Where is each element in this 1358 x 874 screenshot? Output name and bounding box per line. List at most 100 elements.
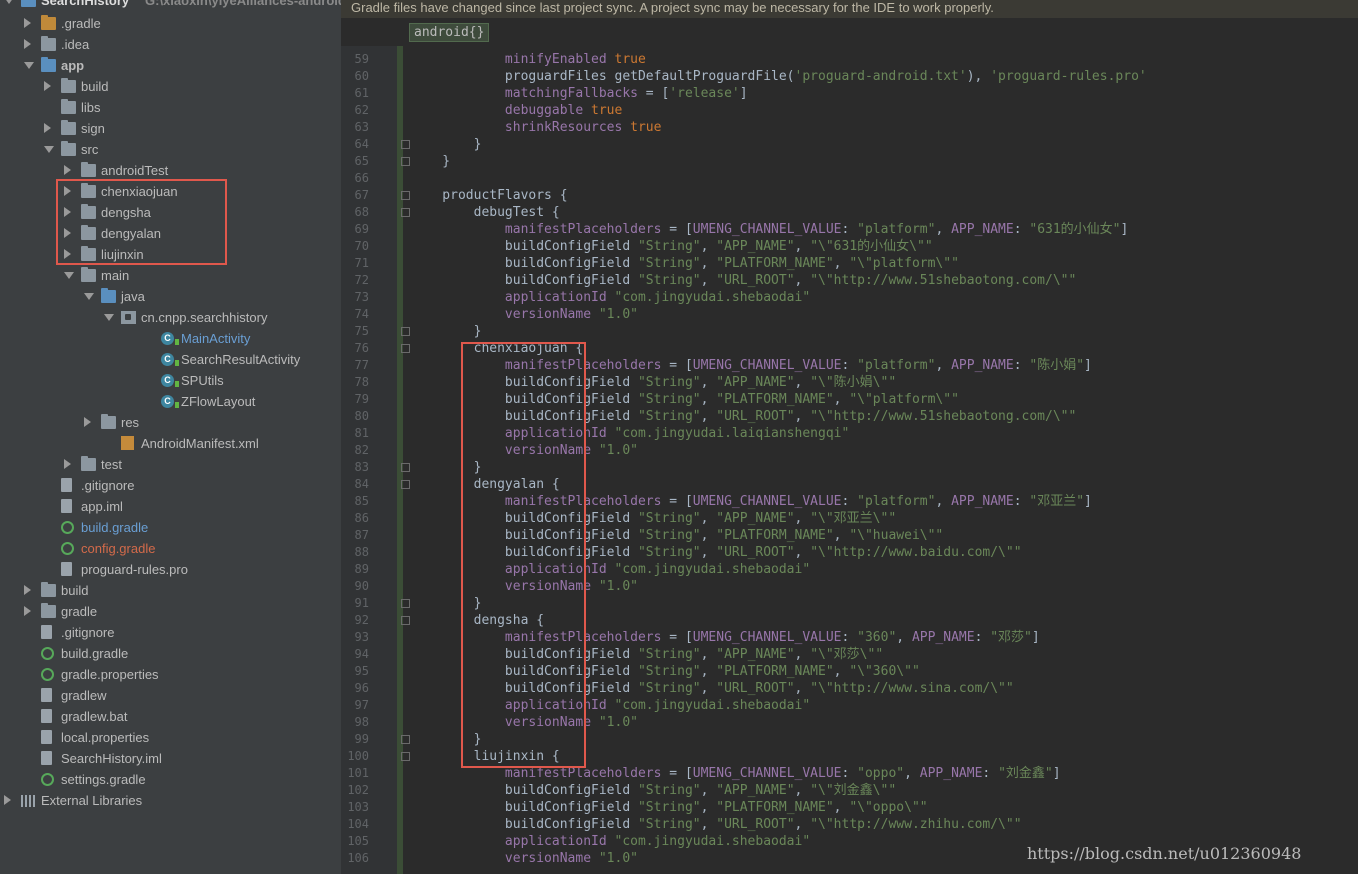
- fold-marker-icon[interactable]: [401, 735, 410, 744]
- code-line[interactable]: versionName "1.0": [411, 850, 638, 867]
- tree-item-test[interactable]: test: [0, 454, 341, 475]
- chevron-down-icon[interactable]: [44, 146, 54, 153]
- chevron-down-icon[interactable]: [84, 293, 94, 300]
- code-line[interactable]: shrinkResources true: [411, 119, 662, 136]
- code-line[interactable]: debugTest {: [411, 204, 560, 221]
- tree-item-gradlew[interactable]: gradlew: [0, 685, 341, 706]
- fold-marker-icon[interactable]: [401, 344, 410, 353]
- code-line[interactable]: proguardFiles getDefaultProguardFile('pr…: [411, 68, 1147, 85]
- chevron-right-icon[interactable]: [44, 123, 51, 133]
- chevron-right-icon[interactable]: [44, 81, 51, 91]
- chevron-right-icon[interactable]: [24, 585, 31, 595]
- code-line[interactable]: }: [411, 323, 482, 340]
- code-line[interactable]: }: [411, 153, 450, 170]
- breadcrumb-android[interactable]: android{}: [409, 23, 490, 42]
- code-token: "\"platform\"": [849, 392, 959, 407]
- tree-item-androidtest[interactable]: androidTest: [0, 160, 341, 181]
- code-line[interactable]: applicationId "com.jingyudai.shebaodai": [411, 833, 810, 850]
- tree-item-searchhistory-iml[interactable]: SearchHistory.iml: [0, 748, 341, 769]
- tree-item-sputils[interactable]: C SPUtils: [0, 370, 341, 391]
- tree-item-searchresultactivity[interactable]: C SearchResultActivity: [0, 349, 341, 370]
- code-line[interactable]: minifyEnabled true: [411, 51, 646, 68]
- tree-item-src[interactable]: src: [0, 139, 341, 160]
- tree-item-gitignore[interactable]: .gitignore: [0, 475, 341, 496]
- code-line[interactable]: buildConfigField "String", "PLATFORM_NAM…: [411, 799, 928, 816]
- code-token: "1.0": [598, 443, 638, 458]
- chevron-right-icon[interactable]: [4, 795, 11, 805]
- code-line[interactable]: versionName "1.0": [411, 306, 638, 323]
- tree-item-settings-gradle[interactable]: settings.gradle: [0, 769, 341, 790]
- code-token: 'proguard-rules.pro': [990, 69, 1147, 84]
- code-line[interactable]: buildConfigField "String", "URL_ROOT", "…: [411, 272, 1076, 289]
- code-line[interactable]: buildConfigField "String", "APP_NAME", "…: [411, 782, 896, 799]
- tree-item-app-iml[interactable]: app.iml: [0, 496, 341, 517]
- tree-item-mainactivity[interactable]: C MainActivity: [0, 328, 341, 349]
- code-line[interactable]: buildConfigField "String", "PLATFORM_NAM…: [411, 255, 959, 272]
- code-token: ,: [700, 239, 717, 254]
- code-token: ,: [794, 409, 811, 424]
- tree-item-config-gradle[interactable]: config.gradle: [0, 538, 341, 559]
- tree-item-main[interactable]: main: [0, 265, 341, 286]
- tree-item-build[interactable]: build: [0, 580, 341, 601]
- fold-marker-icon[interactable]: [401, 616, 410, 625]
- fold-marker-icon[interactable]: [401, 191, 410, 200]
- tree-item-zflowlayout[interactable]: C ZFlowLayout: [0, 391, 341, 412]
- tree-item-java[interactable]: java: [0, 286, 341, 307]
- code-line[interactable]: buildConfigField "String", "APP_NAME", "…: [411, 238, 933, 255]
- chevron-right-icon[interactable]: [64, 165, 71, 175]
- tree-item-gradle[interactable]: gradle: [0, 601, 341, 622]
- chevron-down-icon[interactable]: [104, 314, 114, 321]
- fold-marker-icon[interactable]: [401, 140, 410, 149]
- chevron-down-icon[interactable]: [64, 272, 74, 279]
- tree-item-gradle[interactable]: .gradle: [0, 13, 341, 34]
- code-line[interactable]: matchingFallbacks = ['release']: [411, 85, 748, 102]
- tree-item-build[interactable]: build: [0, 76, 341, 97]
- tree-item-idea[interactable]: .idea: [0, 34, 341, 55]
- tree-item-build-gradle[interactable]: build.gradle: [0, 643, 341, 664]
- tree-item-external-libraries[interactable]: External Libraries: [0, 790, 341, 811]
- code-line[interactable]: }: [411, 136, 482, 153]
- file-icon: [41, 709, 52, 723]
- tree-item-androidmanifest-xml[interactable]: AndroidManifest.xml: [0, 433, 341, 454]
- chevron-down-icon[interactable]: [24, 62, 34, 69]
- class-icon: C: [161, 374, 179, 387]
- tree-item-searchhistory[interactable]: SearchHistory G:\xiaoxin\yiyeAlliances-an…: [0, 0, 341, 11]
- fold-marker-icon[interactable]: [401, 480, 410, 489]
- chevron-right-icon[interactable]: [84, 417, 91, 427]
- tree-item-build-gradle[interactable]: build.gradle: [0, 517, 341, 538]
- chevron-right-icon[interactable]: [24, 606, 31, 616]
- code-token: ,: [794, 817, 811, 832]
- folder-icon: [41, 582, 56, 597]
- chevron-right-icon[interactable]: [24, 39, 31, 49]
- tree-item-res[interactable]: res: [0, 412, 341, 433]
- fold-marker-icon[interactable]: [401, 752, 410, 761]
- code-line[interactable]: debuggable true: [411, 102, 622, 119]
- code-line[interactable]: applicationId "com.jingyudai.shebaodai": [411, 289, 810, 306]
- code-token: "PLATFORM_NAME": [716, 256, 834, 271]
- tree-item-app[interactable]: app: [0, 55, 341, 76]
- code-line[interactable]: buildConfigField "String", "URL_ROOT", "…: [411, 816, 1022, 833]
- code-token: = [: [637, 86, 670, 101]
- tree-item-gradle-properties[interactable]: gradle.properties: [0, 664, 341, 685]
- fold-marker-icon[interactable]: [401, 463, 410, 472]
- code-line[interactable]: productFlavors {: [411, 187, 567, 204]
- fold-marker-icon[interactable]: [401, 327, 410, 336]
- fold-marker-icon[interactable]: [401, 157, 410, 166]
- tree-item-proguard-rules-pro[interactable]: proguard-rules.pro: [0, 559, 341, 580]
- chevron-right-icon[interactable]: [64, 459, 71, 469]
- fold-marker-icon[interactable]: [401, 599, 410, 608]
- code-line[interactable]: manifestPlaceholders = [UMENG_CHANNEL_VA…: [411, 221, 1128, 238]
- chevron-down-icon[interactable]: [4, 0, 14, 4]
- code-token: APP_NAME: [919, 766, 983, 781]
- watermark: https://blog.csdn.net/u012360948: [1027, 844, 1302, 863]
- tree-item-local-properties[interactable]: local.properties: [0, 727, 341, 748]
- tree-item-sign[interactable]: sign: [0, 118, 341, 139]
- tree-item-cn-cnpp-searchhistory[interactable]: cn.cnpp.searchhistory: [0, 307, 341, 328]
- tree-item-gradlew-bat[interactable]: gradlew.bat: [0, 706, 341, 727]
- code-token: "com.jingyudai.shebaodai": [614, 562, 811, 577]
- chevron-right-icon[interactable]: [24, 18, 31, 28]
- tree-item-libs[interactable]: libs: [0, 97, 341, 118]
- tree-item-gitignore[interactable]: .gitignore: [0, 622, 341, 643]
- fold-marker-icon[interactable]: [401, 208, 410, 217]
